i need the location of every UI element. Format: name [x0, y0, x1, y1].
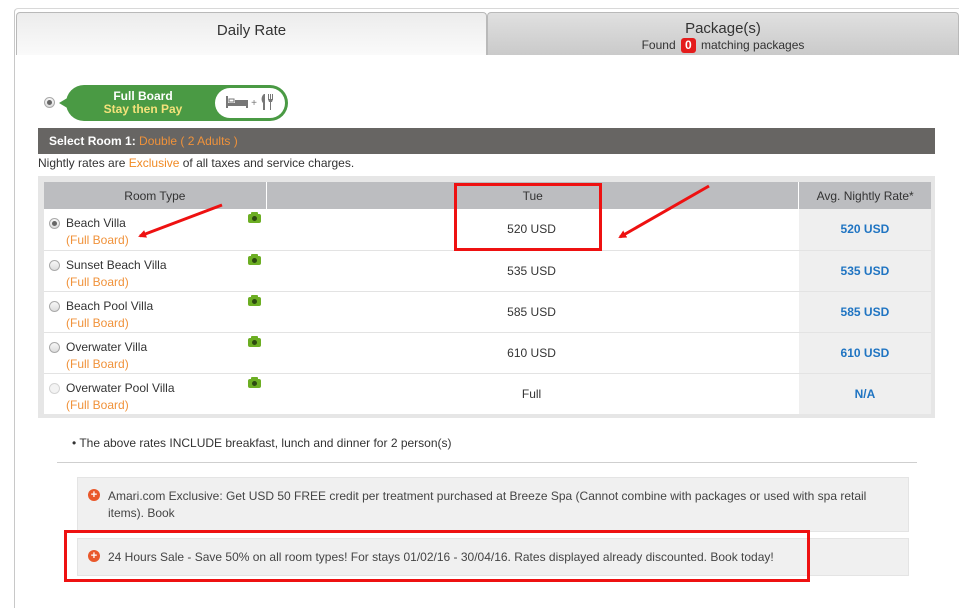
- promotion-text: 24 Hours Sale - Save 50% on all room typ…: [108, 550, 774, 564]
- plus-sign: +: [251, 97, 257, 109]
- rate-tabs: Daily Rate Package(s) Found 0 matching p…: [16, 12, 959, 55]
- room-board-type: (Full Board): [66, 356, 129, 371]
- promotion-text: Amari.com Exclusive: Get USD 50 FREE cre…: [108, 489, 867, 520]
- table-row[interactable]: Beach Pool Villa (Full Board) 585 USD 58…: [44, 291, 931, 333]
- tab-daily-rate-label: Daily Rate: [216, 22, 287, 39]
- day-rate: 585 USD: [456, 291, 607, 333]
- rates-table-container: Room Type Tue Avg. Nightly Rate* Beach V…: [38, 176, 935, 418]
- tab-packages-label: Package(s): [685, 20, 761, 37]
- found-suffix: matching packages: [701, 38, 805, 52]
- board-option-radio[interactable]: [44, 97, 55, 108]
- camera-icon[interactable]: [248, 253, 261, 265]
- room-name: Overwater Villa: [66, 339, 148, 354]
- camera-icon[interactable]: [248, 376, 261, 388]
- room-selection-header: Select Room 1: Double ( 2 Adults ): [38, 128, 935, 154]
- room-name: Sunset Beach Villa: [66, 257, 167, 272]
- room-radio[interactable]: [49, 341, 60, 353]
- avg-nightly-rate[interactable]: 520 USD: [798, 209, 931, 251]
- spacer-cell: [606, 250, 799, 292]
- avg-nightly-rate[interactable]: 585 USD: [798, 291, 931, 333]
- header-day: Tue: [266, 182, 800, 209]
- nightly-note-highlight: Exclusive: [128, 156, 180, 170]
- bed-icon: [226, 95, 249, 112]
- camera-icon[interactable]: [248, 294, 261, 306]
- spacer-cell: [266, 250, 457, 292]
- camera-icon[interactable]: [248, 335, 261, 347]
- room-board-type: (Full Board): [66, 397, 129, 412]
- avg-nightly-rate[interactable]: 535 USD: [798, 250, 931, 292]
- room-radio[interactable]: [49, 259, 60, 271]
- nightly-rates-note: Nightly rates are Exclusive of all taxes…: [38, 156, 354, 170]
- spacer-cell: [606, 291, 799, 333]
- nightly-note-prefix: Nightly rates are: [38, 156, 126, 170]
- spacer-cell: [607, 373, 799, 414]
- cutlery-icon: [260, 93, 274, 114]
- room-type-cell: Beach Pool Villa (Full Board): [44, 291, 267, 333]
- header-day-label: Tue: [522, 188, 543, 203]
- meal-inclusion-note: • The above rates INCLUDE breakfast, lun…: [72, 436, 452, 450]
- room-board-type: (Full Board): [66, 315, 129, 330]
- camera-icon[interactable]: [248, 212, 261, 223]
- header-room-type: Room Type: [44, 182, 267, 209]
- spacer-cell: [606, 209, 799, 251]
- spacer-cell: [266, 332, 457, 374]
- divider: [57, 462, 917, 463]
- room-name: Beach Pool Villa: [66, 298, 154, 313]
- room-radio[interactable]: [49, 382, 60, 394]
- board-option-text: Full Board Stay then Pay: [84, 90, 202, 116]
- room-board-type: (Full Board): [66, 274, 129, 289]
- table-row[interactable]: Beach Villa (Full Board) 520 USD 520 USD: [44, 209, 931, 251]
- avg-nightly-rate[interactable]: N/A: [798, 373, 931, 414]
- day-rate: 520 USD: [456, 209, 607, 251]
- tab-daily-rate[interactable]: Daily Rate: [16, 12, 487, 55]
- avg-nightly-rate[interactable]: 610 USD: [798, 332, 931, 374]
- promotion-item[interactable]: + Amari.com Exclusive: Get USD 50 FREE c…: [77, 477, 909, 532]
- tab-packages[interactable]: Package(s) Found 0 matching packages: [487, 12, 959, 55]
- board-icons: +: [215, 88, 285, 118]
- room-type-cell: Beach Villa (Full Board): [44, 209, 267, 251]
- day-rate: 535 USD: [456, 250, 607, 292]
- nightly-note-suffix: of all taxes and service charges.: [182, 156, 355, 170]
- table-row[interactable]: Overwater Villa (Full Board) 610 USD 610…: [44, 332, 931, 374]
- table-header-row: Room Type Tue Avg. Nightly Rate*: [44, 182, 931, 209]
- room-radio[interactable]: [49, 300, 60, 312]
- room-name: Overwater Pool Villa: [66, 380, 175, 395]
- board-payment-label: Stay then Pay: [103, 102, 183, 116]
- found-prefix: Found: [641, 38, 676, 52]
- table-row[interactable]: Overwater Pool Villa (Full Board) Full N…: [44, 373, 931, 414]
- room-selection-value: Double ( 2 Adults ): [139, 134, 238, 148]
- room-type-cell: Sunset Beach Villa (Full Board): [44, 250, 267, 292]
- board-option-pill[interactable]: Full Board Stay then Pay +: [59, 85, 288, 121]
- table-row[interactable]: Sunset Beach Villa (Full Board) 535 USD …: [44, 250, 931, 292]
- expand-plus-icon[interactable]: +: [88, 489, 100, 501]
- room-board-type: (Full Board): [66, 233, 129, 247]
- spacer-cell: [266, 373, 456, 414]
- room-type-cell: Overwater Pool Villa (Full Board): [44, 373, 266, 414]
- expand-plus-icon[interactable]: +: [88, 550, 100, 562]
- header-avg-rate[interactable]: Avg. Nightly Rate*: [798, 182, 931, 209]
- room-radio[interactable]: [49, 218, 60, 229]
- package-count-badge: 0: [680, 38, 696, 53]
- spacer-cell: [266, 291, 457, 333]
- promotion-item[interactable]: + 24 Hours Sale - Save 50% on all room t…: [77, 538, 909, 576]
- room-selection-label: Select Room 1:: [49, 134, 136, 148]
- day-rate: Full: [521, 386, 542, 401]
- rates-table: Room Type Tue Avg. Nightly Rate* Beach V…: [44, 182, 931, 414]
- room-type-cell: Overwater Villa (Full Board): [44, 332, 267, 374]
- packages-found-text: Found 0 matching packages: [488, 37, 958, 53]
- room-name: Beach Villa: [66, 216, 126, 230]
- spacer-cell: [606, 332, 799, 374]
- spacer-cell: [266, 209, 457, 251]
- board-option[interactable]: Full Board Stay then Pay +: [44, 85, 304, 121]
- day-rate: 610 USD: [456, 332, 607, 374]
